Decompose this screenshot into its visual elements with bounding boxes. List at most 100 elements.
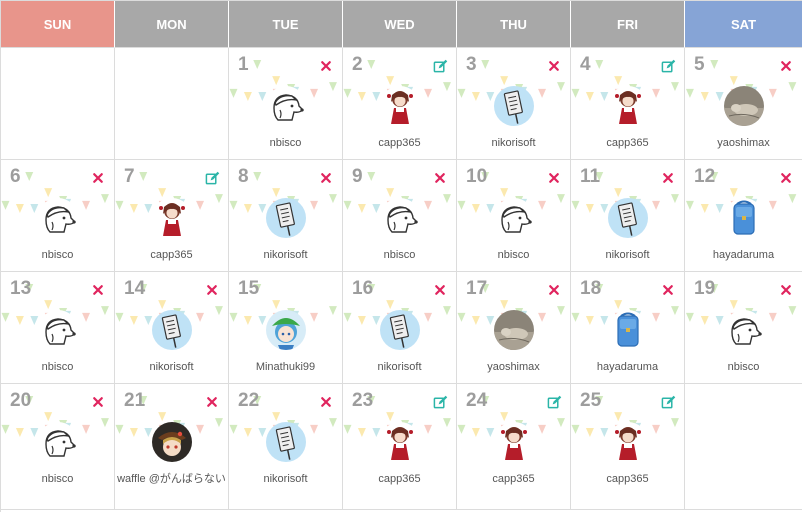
dog-cap-avatar[interactable]	[265, 86, 306, 126]
user-name[interactable]: capp365	[459, 472, 568, 486]
delete-icon[interactable]	[90, 394, 106, 410]
day-cell-9[interactable]: 9 nbisco	[343, 160, 457, 272]
user-name[interactable]: yaoshimax	[687, 136, 800, 150]
delete-icon[interactable]	[318, 170, 334, 186]
user-name[interactable]: nikorisoft	[345, 360, 454, 374]
edit-icon[interactable]	[432, 394, 448, 410]
empty-day-cell	[115, 48, 229, 160]
sign-board-avatar[interactable]	[379, 310, 420, 350]
day-cell-21[interactable]: 21 waffle @がんばらない	[115, 384, 229, 510]
red-girl-avatar[interactable]	[379, 86, 420, 126]
red-girl-avatar[interactable]	[493, 422, 534, 462]
day-cell-8[interactable]: 8 nikorisoft	[229, 160, 343, 272]
day-cell-1[interactable]: 1 nbisco	[229, 48, 343, 160]
delete-icon[interactable]	[546, 170, 562, 186]
edit-icon[interactable]	[546, 394, 562, 410]
cat-photo-avatar[interactable]	[723, 86, 764, 126]
user-name[interactable]: capp365	[117, 248, 226, 262]
user-name[interactable]: nbisco	[3, 360, 112, 374]
blue-backpack-avatar[interactable]	[607, 310, 648, 350]
edit-icon[interactable]	[432, 58, 448, 74]
user-name[interactable]: hayadaruma	[573, 360, 682, 374]
blue-backpack-avatar[interactable]	[723, 198, 764, 238]
day-cell-18[interactable]: 18 hayadaruma	[571, 272, 685, 384]
delete-icon[interactable]	[318, 58, 334, 74]
dog-cap-avatar[interactable]	[37, 198, 78, 238]
user-name[interactable]: nikorisoft	[117, 360, 226, 374]
day-cell-12[interactable]: 12 hayadaruma	[685, 160, 802, 272]
user-name[interactable]: nikorisoft	[459, 136, 568, 150]
dog-cap-avatar[interactable]	[37, 422, 78, 462]
red-girl-avatar[interactable]	[607, 86, 648, 126]
delete-icon[interactable]	[90, 282, 106, 298]
sign-board-avatar[interactable]	[265, 422, 306, 462]
sign-board-avatar[interactable]	[607, 198, 648, 238]
brown-hat-girl-avatar[interactable]	[151, 422, 192, 462]
user-name[interactable]: capp365	[573, 136, 682, 150]
red-girl-avatar[interactable]	[379, 422, 420, 462]
dog-cap-avatar[interactable]	[493, 198, 534, 238]
delete-icon[interactable]	[432, 282, 448, 298]
user-name[interactable]: Minathuki99	[231, 360, 340, 374]
day-cell-7[interactable]: 7 capp365	[115, 160, 229, 272]
day-cell-22[interactable]: 22 nikorisoft	[229, 384, 343, 510]
day-cell-5[interactable]: 5 yaoshimax	[685, 48, 802, 160]
day-cell-4[interactable]: 4 capp365	[571, 48, 685, 160]
delete-icon[interactable]	[778, 282, 794, 298]
delete-icon[interactable]	[660, 170, 676, 186]
day-cell-23[interactable]: 23 capp365	[343, 384, 457, 510]
delete-icon[interactable]	[90, 170, 106, 186]
day-cell-14[interactable]: 14 nikorisoft	[115, 272, 229, 384]
day-cell-24[interactable]: 24 capp365	[457, 384, 571, 510]
day-cell-16[interactable]: 16 nikorisoft	[343, 272, 457, 384]
day-cell-20[interactable]: 20 nbisco	[1, 384, 115, 510]
user-name[interactable]: yaoshimax	[459, 360, 568, 374]
user-name[interactable]: nbisco	[459, 248, 568, 262]
user-name[interactable]: nbisco	[687, 360, 800, 374]
dog-cap-avatar[interactable]	[379, 198, 420, 238]
user-name[interactable]: hayadaruma	[687, 248, 800, 262]
edit-icon[interactable]	[660, 394, 676, 410]
delete-icon[interactable]	[318, 394, 334, 410]
red-girl-avatar[interactable]	[151, 198, 192, 238]
user-name[interactable]: nikorisoft	[231, 472, 340, 486]
delete-icon[interactable]	[778, 58, 794, 74]
user-name[interactable]: waffle @がんばらない	[117, 472, 226, 486]
day-cell-17[interactable]: 17 yaoshimax	[457, 272, 571, 384]
red-girl-avatar[interactable]	[607, 422, 648, 462]
user-name[interactable]: capp365	[345, 136, 454, 150]
user-name[interactable]: nbisco	[231, 136, 340, 150]
cat-photo-avatar[interactable]	[493, 310, 534, 350]
dog-cap-avatar[interactable]	[37, 310, 78, 350]
delete-icon[interactable]	[204, 282, 220, 298]
user-name[interactable]: nikorisoft	[231, 248, 340, 262]
delete-icon[interactable]	[546, 282, 562, 298]
day-cell-2[interactable]: 2 capp365	[343, 48, 457, 160]
delete-icon[interactable]	[432, 170, 448, 186]
delete-icon[interactable]	[204, 394, 220, 410]
delete-icon[interactable]	[660, 282, 676, 298]
edit-icon[interactable]	[660, 58, 676, 74]
user-name[interactable]: nikorisoft	[573, 248, 682, 262]
day-cell-13[interactable]: 13 nbisco	[1, 272, 115, 384]
day-cell-11[interactable]: 11 nikorisoft	[571, 160, 685, 272]
user-name[interactable]: nbisco	[3, 472, 112, 486]
user-name[interactable]: nbisco	[345, 248, 454, 262]
delete-icon[interactable]	[778, 170, 794, 186]
edit-icon[interactable]	[204, 170, 220, 186]
day-cell-10[interactable]: 10 nbisco	[457, 160, 571, 272]
delete-icon[interactable]	[546, 58, 562, 74]
green-hat-girl-avatar[interactable]	[265, 310, 306, 350]
day-cell-19[interactable]: 19 nbisco	[685, 272, 802, 384]
day-cell-25[interactable]: 25 capp365	[571, 384, 685, 510]
day-cell-6[interactable]: 6 nbisco	[1, 160, 115, 272]
sign-board-avatar[interactable]	[265, 198, 306, 238]
sign-board-avatar[interactable]	[493, 86, 534, 126]
user-name[interactable]: nbisco	[3, 248, 112, 262]
user-name[interactable]: capp365	[573, 472, 682, 486]
sign-board-avatar[interactable]	[151, 310, 192, 350]
user-name[interactable]: capp365	[345, 472, 454, 486]
day-cell-15[interactable]: 15 Minathuki99	[229, 272, 343, 384]
dog-cap-avatar[interactable]	[723, 310, 764, 350]
day-cell-3[interactable]: 3 nikorisoft	[457, 48, 571, 160]
